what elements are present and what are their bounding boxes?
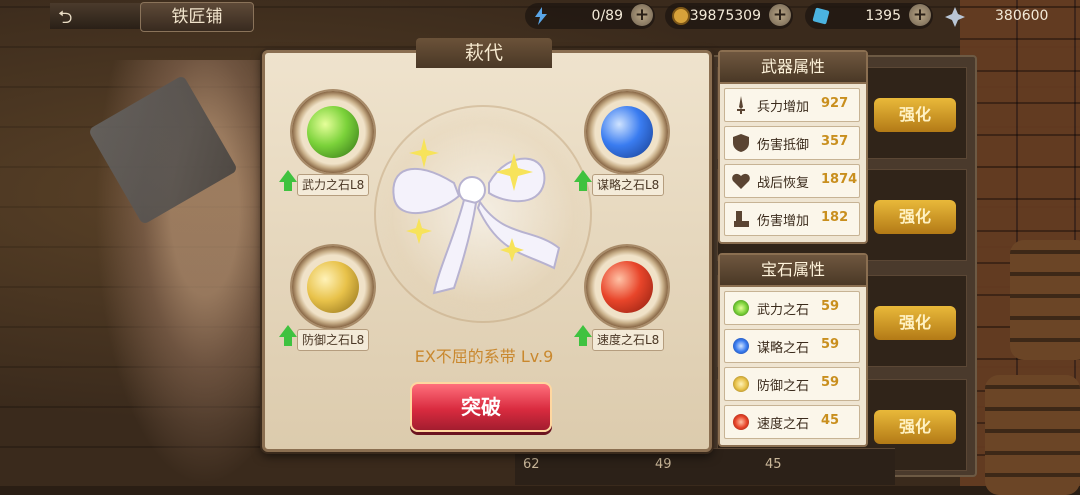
blue-gem-icon [601,106,653,158]
gold-value: 39875309 [689,8,761,24]
upgrade-arrow-icon [574,170,592,182]
stamina-value: 0/89 [591,8,623,24]
upgrade-arrow-icon [574,325,592,337]
red-gem-icon [601,261,653,313]
stamina-counter: 0/89 + [525,3,655,29]
upgrade-arrow-icon [284,182,292,191]
upgrade-button[interactable]: 强化 [874,306,956,340]
page-title: 铁匠铺 [140,2,254,32]
upgrade-button[interactable]: 强化 [874,200,956,234]
attr-row: 伤害增加 182 [724,202,860,236]
upgrade-button[interactable]: 强化 [874,98,956,132]
attr-value: 182 [821,210,849,225]
gem-slot-strategy[interactable] [586,91,668,173]
attr-value: 1874 [821,172,858,187]
blue-gem-icon [733,338,749,354]
panel-title: 萩代 [416,38,552,68]
back-arrow-icon: ⮌ [58,7,73,28]
attr-label: 武力之石 [757,303,810,318]
attr-label: 战后恢复 [757,176,810,191]
attr-value: 59 [821,375,840,390]
breakthrough-button[interactable]: 突破 [410,382,552,432]
attr-row: 战后恢复 1874 [724,164,860,198]
crystal-icon [945,7,965,27]
gem-label: 武力之石L8 [297,174,370,196]
attr-label: 速度之石 [757,417,810,432]
attr-value: 59 [821,299,840,314]
attr-value: 59 [821,337,840,352]
boot-icon [734,211,749,227]
gem-slot-speed[interactable] [586,246,668,328]
gem-label: 谋略之石L8 [592,174,665,196]
heal-icon [732,173,750,189]
yellow-gem-icon [307,261,359,313]
add-stamina-button[interactable]: + [631,4,653,26]
shield-icon [733,134,749,152]
gem-attributes-panel: 宝石属性 武力之石 59 谋略之石 59 防御之石 59 速度之石 45 [718,253,868,447]
attr-row: 武力之石 59 [724,291,860,325]
attr-row: 兵力增加 927 [724,88,860,122]
scroll-counter: 1395 + [805,3,933,29]
green-gem-icon [307,106,359,158]
gem-slot-defense[interactable] [292,246,374,328]
item-name: EX不屈的系带 Lv.9 [414,347,554,366]
gold-counter: 39875309 + [665,3,793,29]
attr-row: 防御之石 59 [724,367,860,401]
footer-value: 62 [523,457,540,472]
add-scroll-button[interactable]: + [909,4,931,26]
attr-label: 谋略之石 [757,341,810,356]
scroll-icon [812,7,830,25]
barrel-decoration [1010,240,1080,360]
lightning-icon [535,7,547,25]
attr-label: 伤害增加 [757,214,810,229]
upgrade-arrow-icon [279,170,297,182]
attr-label: 兵力增加 [757,100,810,115]
upgrade-arrow-icon [579,182,587,191]
attr-label: 伤害抵御 [757,138,810,153]
scroll-value: 1395 [865,8,901,24]
green-gem-icon [733,300,749,316]
red-gem-icon [733,414,749,430]
attr-row: 谋略之石 59 [724,329,860,363]
add-gold-button[interactable]: + [769,4,791,26]
top-bar: ⮌ 铁匠铺 0/89 + 39875309 + 1395 + 380600 [0,0,1080,34]
footer-value: 49 [655,457,672,472]
attr-value: 927 [821,96,849,111]
attr-value: 45 [821,413,840,428]
barrel-decoration [985,375,1080,495]
ribbon-item-icon[interactable] [384,128,574,308]
crystal-value: 380600 [995,8,1049,24]
attr-row: 速度之石 45 [724,405,860,439]
attr-value: 357 [821,134,849,149]
sword-icon [737,96,745,114]
upgrade-button[interactable]: 强化 [874,410,956,444]
list-footer: 62 49 45 [515,448,895,485]
gem-attributes-title: 宝石属性 [720,255,866,287]
attr-label: 防御之石 [757,379,810,394]
weapon-attributes-panel: 武器属性 兵力增加 927 伤害抵御 357 战后恢复 1874 伤害增加 18… [718,50,868,244]
gem-slot-power[interactable] [292,91,374,173]
coin-icon [672,7,690,25]
yellow-gem-icon [733,376,749,392]
upgrade-arrow-icon [279,325,297,337]
weapon-attributes-title: 武器属性 [720,52,866,84]
footer-value: 45 [765,457,782,472]
attr-row: 伤害抵御 357 [724,126,860,160]
